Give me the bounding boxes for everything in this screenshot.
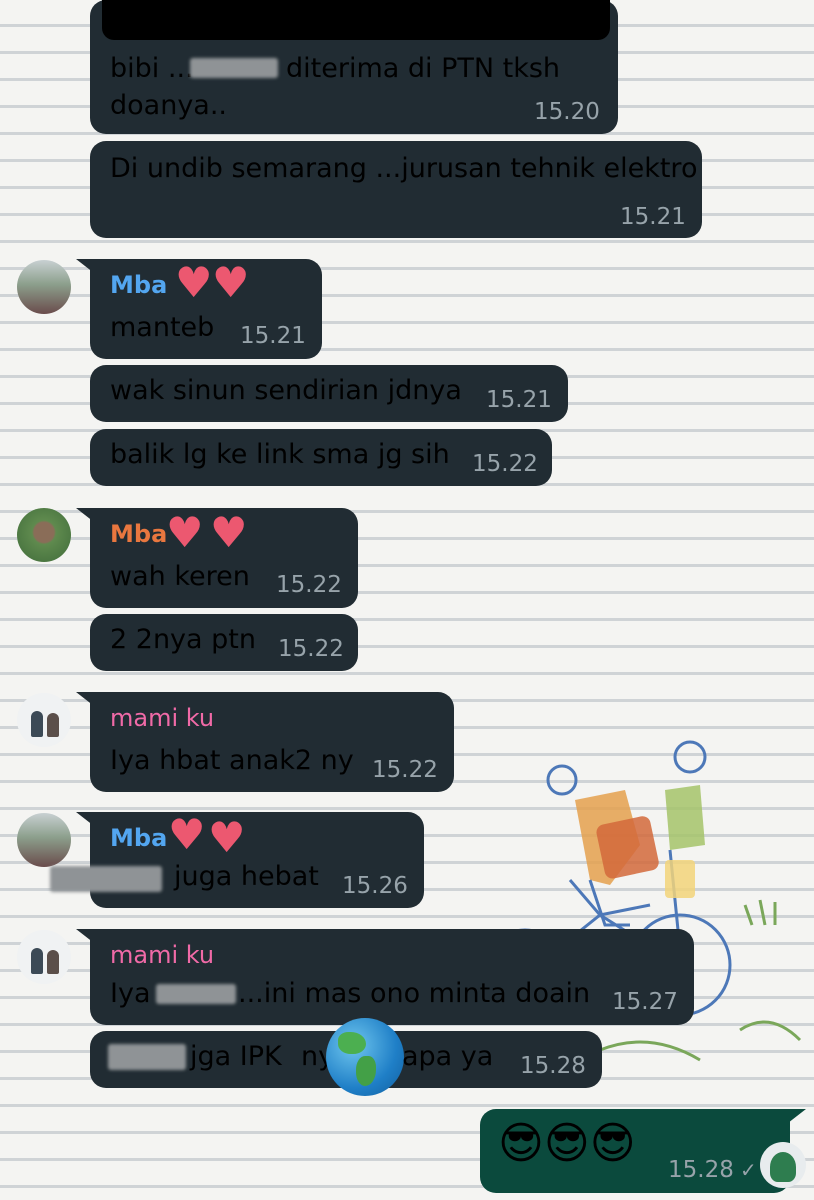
sender-name: Mba — [110, 520, 168, 548]
message-emoji: 😎😎😎 — [498, 1118, 636, 1169]
message-text: Iya hbat anak2 ny — [110, 745, 354, 776]
message-time: 15.27 — [612, 989, 678, 1015]
message-time: 15.22 — [278, 636, 344, 662]
heart-icon: ♥ — [166, 508, 204, 557]
message-time: 15.22 — [276, 572, 342, 598]
message-time: 15.26 — [342, 873, 408, 899]
avatar[interactable] — [17, 508, 71, 562]
message-text: Di undib semarang ...jurusan tehnik elek… — [110, 153, 698, 184]
message-time: 15.22 — [472, 451, 538, 477]
message-time: 15.21 — [486, 387, 552, 413]
message-text: ...ini mas ono minta doain — [238, 978, 591, 1009]
redacted-name — [190, 58, 278, 78]
message-text: 2 2nya ptn — [110, 624, 256, 655]
message-text: juga hebat — [174, 861, 319, 892]
redacted-name — [108, 1044, 186, 1070]
heart-icon: ♥ — [212, 258, 250, 307]
message-text: apa ya — [402, 1041, 494, 1072]
message-text: jga IPK — [190, 1041, 282, 1072]
sender-name: mami ku — [110, 941, 215, 969]
avatar[interactable] — [17, 813, 71, 867]
globe-icon — [326, 1018, 404, 1096]
check-icon: ✓ — [740, 1158, 757, 1182]
message-time: 15.28 — [668, 1157, 734, 1183]
bubble-tail — [788, 1109, 806, 1123]
redacted-name — [156, 984, 236, 1004]
avatar[interactable] — [17, 693, 71, 747]
message-time: 15.21 — [620, 204, 686, 230]
message-time: 15.20 — [534, 99, 600, 125]
heart-icon: ♥ — [175, 258, 213, 307]
message-text: Iya — [110, 978, 151, 1009]
message-text: manteb — [110, 312, 215, 343]
sender-name: Mba — [110, 824, 168, 852]
message-text: bibi ... — [110, 53, 194, 84]
message-time: 15.28 — [520, 1053, 586, 1079]
message-text: balik lg ke link sma jg sih — [110, 439, 450, 470]
message-time: 15.21 — [240, 323, 306, 349]
message-text: doanya.. — [110, 90, 228, 121]
heart-icon: ♥ — [210, 508, 248, 557]
sender-name: mami ku — [110, 704, 215, 732]
avatar[interactable] — [17, 260, 71, 314]
message-text: diterima di PTN tksh — [286, 53, 561, 84]
avatar[interactable] — [760, 1142, 806, 1188]
avatar[interactable] — [17, 930, 71, 984]
message-time: 15.22 — [372, 757, 438, 783]
message-text: wak sinun sendirian jdnya — [110, 375, 462, 406]
heart-icon: ♥ — [168, 810, 206, 859]
redacted-name — [50, 866, 162, 892]
image-thumbnail[interactable] — [102, 0, 610, 40]
heart-icon: ♥ — [208, 813, 246, 862]
sender-name: Mba — [110, 271, 168, 299]
message-text: wah keren — [110, 561, 250, 592]
